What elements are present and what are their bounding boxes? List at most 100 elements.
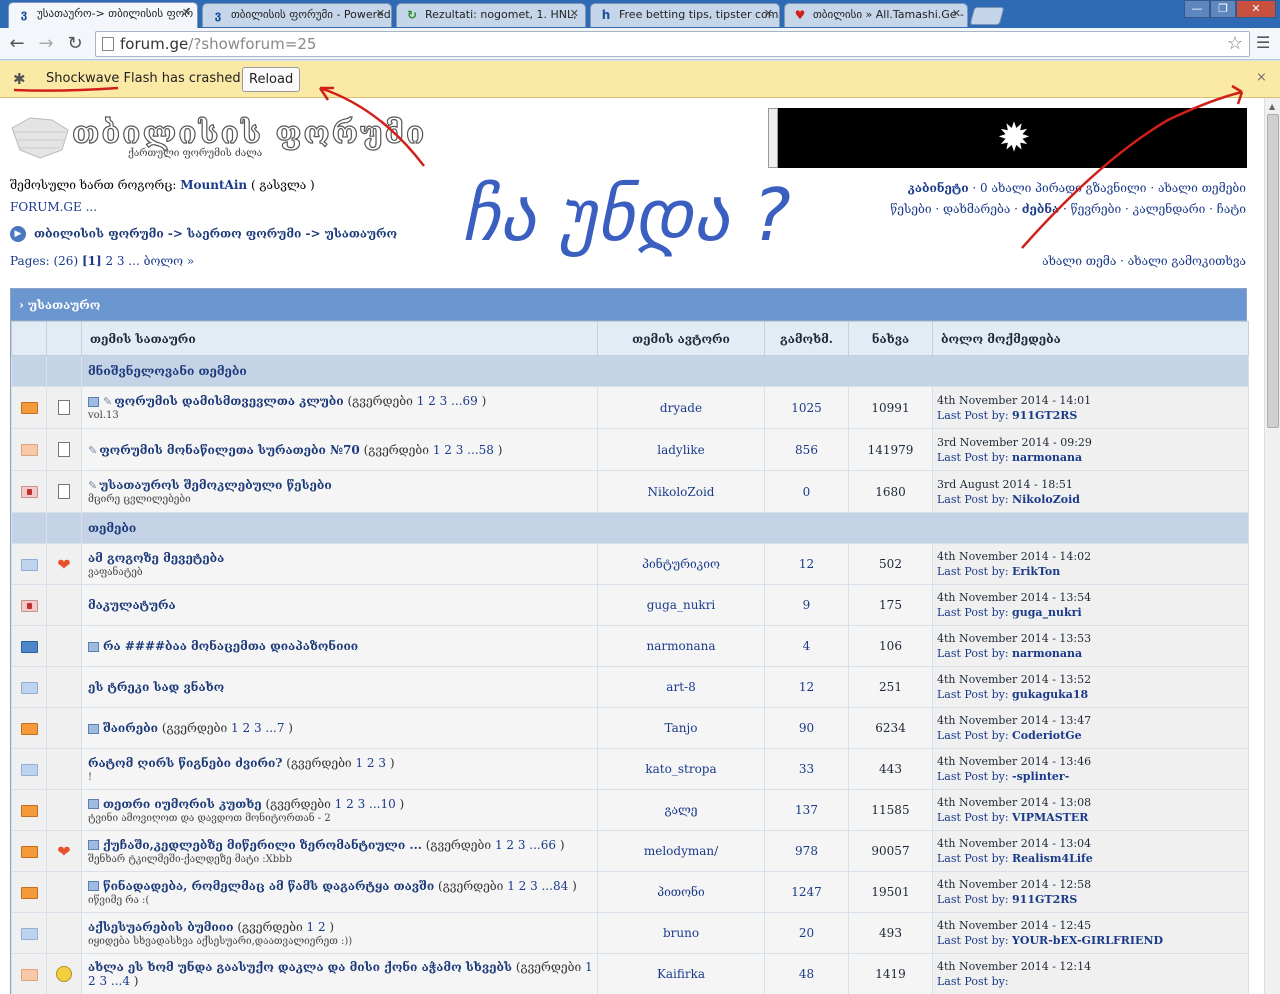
cabinet-link[interactable]: კაბინეტი: [908, 181, 969, 195]
topic-author-link[interactable]: kato_stropa: [597, 748, 765, 790]
last-poster-link[interactable]: guga_nukri: [1012, 606, 1082, 619]
rules-links[interactable]: წესები · დახმარება ·: [890, 202, 1022, 216]
topic-title-link[interactable]: შაირები: [103, 721, 158, 735]
header-views[interactable]: ნახვა: [848, 321, 933, 356]
page-scrollbar[interactable]: ▲: [1264, 98, 1280, 994]
new-tab-button[interactable]: [969, 7, 1005, 25]
topic-replies-link[interactable]: 48: [764, 953, 849, 994]
topic-title-link[interactable]: ქუჩაში,კედლებზე მიწერილი ზერომანტიული ..…: [103, 838, 422, 852]
forward-arrow-icon[interactable]: →: [35, 33, 57, 55]
envelope-icon[interactable]: [20, 763, 38, 776]
topic-page-numbers[interactable]: 1 2 3 ...7: [231, 721, 284, 735]
envelope-icon[interactable]: [20, 558, 38, 571]
topic-replies-link[interactable]: 4: [764, 625, 849, 667]
last-poster-link[interactable]: NikoloZoid: [1012, 493, 1080, 506]
scroll-up-icon[interactable]: ▲: [1269, 102, 1275, 111]
last-poster-link[interactable]: gukaguka18: [1012, 688, 1088, 701]
tab-tamashi[interactable]: ♥ თბილისი » All.Tamashi.Ge - ✕: [784, 3, 968, 27]
topic-title-link[interactable]: წინადადება, რომელმაც ამ წამს დაგარტყა თა…: [103, 879, 434, 893]
last-poster-link[interactable]: CoderiotGe: [1012, 729, 1082, 742]
messages-links[interactable]: · 0 ახალი პირადი გზავნილი · ახალი თემები: [969, 181, 1246, 195]
envelope-icon[interactable]: [20, 402, 38, 414]
last-poster-link[interactable]: YOUR-bEX-GIRLFRIEND: [1012, 934, 1163, 947]
reload-plugin-button[interactable]: Reload: [242, 67, 301, 92]
tab-close-icon[interactable]: ✕: [570, 7, 579, 20]
forum-logo[interactable]: თბილისის ფორუმი ქართული ფორუმის ძალა: [10, 110, 425, 168]
envelope-icon[interactable]: [20, 486, 38, 498]
envelope-icon[interactable]: [20, 804, 38, 817]
topic-page-numbers[interactable]: 1 2 3 ...58: [433, 443, 494, 457]
topic-replies-link[interactable]: 9: [764, 584, 849, 626]
topic-author-link[interactable]: NikoloZoid: [597, 470, 765, 513]
topic-replies-link[interactable]: 137: [764, 789, 849, 831]
topic-title-link[interactable]: ახლა ეს ხომ უნდა გაასუქო დაკლა და მისი ქ…: [88, 960, 512, 974]
last-poster-link[interactable]: 911GT2RS: [1012, 409, 1077, 422]
envelope-icon[interactable]: [20, 845, 38, 858]
breadcrumb-text[interactable]: თბილისის ფორუმი -> საერთო ფორუმი -> უსათ…: [34, 227, 397, 241]
topic-replies-link[interactable]: 1025: [764, 386, 849, 429]
topic-title-link[interactable]: ეს ტრეკი სად ვნახო: [88, 680, 224, 694]
topic-author-link[interactable]: Kaifirka: [597, 953, 765, 994]
menu-icon[interactable]: ☰: [1256, 33, 1270, 52]
forumge-link[interactable]: FORUM.GE ...: [10, 200, 97, 214]
topic-page-numbers[interactable]: 1 2: [307, 920, 326, 934]
topic-author-link[interactable]: Tanjo: [597, 707, 765, 749]
maximize-button[interactable]: ❐: [1210, 0, 1236, 18]
last-poster-link[interactable]: 911GT2RS: [1012, 893, 1077, 906]
topic-title-link[interactable]: რა ####ბაა მონაცემთა დიაპაზონიიი: [103, 639, 358, 653]
topic-replies-link[interactable]: 12: [764, 543, 849, 585]
topic-author-link[interactable]: guga_nukri: [597, 584, 765, 626]
tab-forum-powered[interactable]: ვ თბილისის ფორუმი - Powered ✕: [202, 3, 392, 27]
topic-page-numbers[interactable]: 1 2 3 ...10: [335, 797, 396, 811]
topic-page-numbers[interactable]: 1 2 3: [355, 756, 386, 770]
topic-title-link[interactable]: ამ გოგოზე მევეტება: [88, 551, 224, 565]
tab-close-icon[interactable]: ✕: [764, 7, 773, 20]
username-link[interactable]: MountAin: [180, 178, 247, 192]
envelope-icon[interactable]: [20, 927, 38, 940]
topic-replies-link[interactable]: 856: [764, 428, 849, 471]
last-poster-link[interactable]: VIPMASTER: [1012, 811, 1088, 824]
tab-forum-active[interactable]: ვ უსათაურო-> თბილისის ფორ ✕: [8, 2, 198, 28]
topic-replies-link[interactable]: 90: [764, 707, 849, 749]
tab-close-icon[interactable]: ✕: [182, 6, 191, 19]
last-poster-link[interactable]: ErikTon: [1012, 565, 1060, 578]
members-links[interactable]: · წევრები · კალენდარი · ჩატი: [1059, 202, 1246, 216]
search-link[interactable]: ძებნა: [1022, 202, 1059, 216]
topic-title-link[interactable]: თეთრი იუმორის კუთხე: [103, 797, 262, 811]
header-replies[interactable]: გამოხმ.: [764, 321, 849, 356]
bookmark-star-icon[interactable]: ☆: [1227, 33, 1243, 54]
topic-title-link[interactable]: აქსესუარების ბუმიიი: [88, 920, 234, 934]
topic-replies-link[interactable]: 20: [764, 912, 849, 954]
topic-replies-link[interactable]: 12: [764, 666, 849, 708]
tab-close-icon[interactable]: ✕: [376, 7, 385, 20]
envelope-icon[interactable]: [20, 722, 38, 735]
topic-author-link[interactable]: dryade: [597, 386, 765, 429]
topic-author-link[interactable]: პითონი: [597, 871, 765, 913]
topic-author-link[interactable]: bruno: [597, 912, 765, 954]
infobar-close-icon[interactable]: ×: [1256, 70, 1267, 85]
topic-replies-link[interactable]: 0: [764, 470, 849, 513]
last-poster-link[interactable]: narmonana: [1012, 647, 1082, 660]
address-bar[interactable]: forum.ge/?showforum=25 ☆: [95, 31, 1250, 57]
header-last-action[interactable]: ბოლო მოქმედება: [932, 321, 1249, 356]
header-title[interactable]: თემის სათაური: [81, 321, 598, 356]
logout-link[interactable]: ( გასვლა ): [247, 178, 315, 192]
topic-author-link[interactable]: art-8: [597, 666, 765, 708]
tab-rezultati[interactable]: ↻ Rezultati: nogomet, 1. HNL, ✕: [396, 3, 586, 27]
topic-title-link[interactable]: უსათაუროს შემოკლებული წესები: [99, 478, 332, 492]
topic-replies-link[interactable]: 978: [764, 830, 849, 872]
envelope-icon[interactable]: [20, 444, 38, 456]
topic-author-link[interactable]: პინტურიკიო: [597, 543, 765, 585]
close-window-button[interactable]: ✕: [1236, 0, 1276, 18]
topic-page-numbers[interactable]: 1 2 3 ...69: [417, 394, 478, 408]
back-arrow-icon[interactable]: ←: [6, 33, 28, 55]
topic-title-link[interactable]: ფორუმის დამისმთვევლთა კლუბი: [114, 394, 343, 408]
topic-page-numbers[interactable]: 1 2 3 ...66: [495, 838, 556, 852]
page-links[interactable]: 2 3 ... ბოლო »: [102, 254, 194, 268]
topic-title-link[interactable]: რატომ ღირს წიგნები ძვირი?: [88, 756, 282, 770]
last-poster-link[interactable]: Realism4Life: [1012, 852, 1093, 865]
topic-title-link[interactable]: ფორუმის მონაწილეთა სურათები №70: [99, 443, 360, 457]
tab-betting[interactable]: h Free betting tips, tipster com ✕: [590, 3, 780, 27]
topic-replies-link[interactable]: 33: [764, 748, 849, 790]
envelope-icon[interactable]: [20, 886, 38, 899]
